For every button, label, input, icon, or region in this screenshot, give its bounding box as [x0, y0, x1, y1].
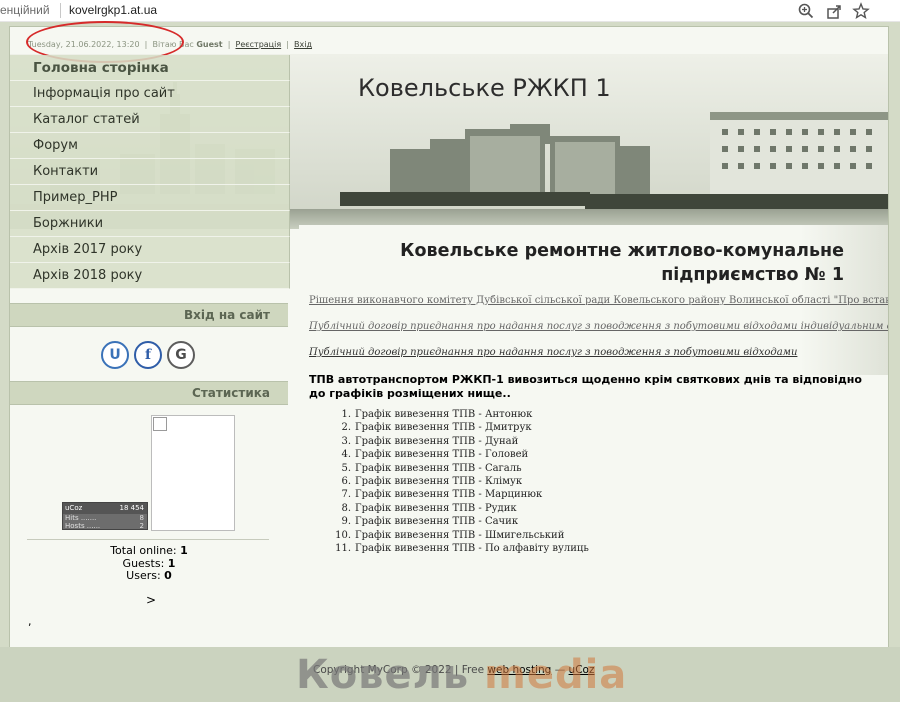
schedule-link[interactable]: Графік вивезення ТПВ - Клімук [355, 476, 522, 487]
ucoz-counter-brand: uCoz [65, 504, 83, 512]
username: Guest [196, 40, 223, 49]
hosts-label: Hosts ...... [65, 522, 101, 530]
users-value: 0 [164, 569, 172, 582]
facebook-login-icon[interactable]: f [134, 341, 162, 369]
list-item: 4. Графік вивезення ТПВ - Головей [341, 449, 529, 461]
nav-item-archive-2018[interactable]: Архів 2018 року [10, 263, 290, 289]
broken-image-placeholder [151, 415, 235, 531]
public-contract-individual-link[interactable]: Публічний договір приєднання про надання… [309, 321, 888, 332]
online-stats: Total online: 1 Guests: 1 Users: 0 [28, 544, 270, 583]
broken-image-icon [153, 417, 167, 431]
schedule-link[interactable]: Графік вивезення ТПВ - Дунай [355, 436, 518, 447]
total-online-label: Total online: [110, 544, 177, 557]
nav-item-debtors[interactable]: Боржники [10, 211, 290, 237]
hosts-value: 2 [139, 522, 144, 530]
share-icon[interactable] [825, 2, 843, 20]
schedule-link[interactable]: Графік вивезення ТПВ - Рудик [355, 503, 517, 514]
schedule-intro: ТПВ автотранспортом РЖКП-1 вивозиться що… [309, 373, 862, 400]
security-indicator[interactable]: енційний [0, 3, 50, 17]
browser-address-bar: енційний kovelrgkp1.at.ua [0, 0, 900, 22]
list-item: 5. Графік вивезення ТПВ - Сагаль [341, 462, 522, 474]
list-item: 3. Графік вивезення ТПВ - Дунай [341, 435, 519, 447]
ucoz-counter[interactable]: uCoz 18 454 Hits ....... 8 Hosts ...... 2 [62, 502, 148, 530]
schedule-link[interactable]: Графік вивезення ТПВ - Антонюк [355, 409, 532, 420]
sidebar-menu: Головна сторінка Інформація про сайт Кат… [10, 55, 290, 289]
schedule-link[interactable]: Графік вивезення ТПВ - По алфавіту вулиц… [355, 543, 589, 554]
list-item: 7. Графік вивезення ТПВ - Марцинюк [341, 489, 543, 501]
nav-item-forum[interactable]: Форум [10, 133, 290, 159]
login-block-header: Вхід на сайт [10, 303, 288, 327]
arrow-text: > [146, 593, 157, 607]
list-item: 6. Графік вивезення ТПВ - Клімук [341, 475, 523, 487]
page: Ковельське РЖКП 1 Tuesday, 21.06.2022, 1… [0, 21, 900, 702]
schedule-link[interactable]: Графік вивезення ТПВ - Дмитрук [355, 422, 532, 433]
users-label: Users: [126, 569, 161, 582]
register-link[interactable]: Реєстрація [236, 40, 282, 49]
footer: Copyright MyCorp © 2022 | Free web hosti… [0, 647, 900, 702]
nav-item-contacts[interactable]: Контакти [10, 159, 290, 185]
content-title-line1: Ковельське ремонтне житлово-комунальне [400, 241, 844, 261]
nav-item-about[interactable]: Інформація про сайт [10, 81, 290, 107]
council-decision-link[interactable]: Рішення виконавчого комітету Дубівської … [309, 295, 888, 306]
schedule-link[interactable]: Графік вивезення ТПВ - Марцинюк [355, 489, 542, 500]
url-field[interactable]: kovelrgkp1.at.ua [69, 3, 157, 17]
schedule-link[interactable]: Графік вивезення ТПВ - Шмигельський [355, 530, 564, 541]
stats-divider [27, 539, 269, 540]
list-item: 9. Графік вивезення ТПВ - Сачик [341, 516, 519, 528]
schedule-link[interactable]: Графік вивезення ТПВ - Головей [355, 449, 528, 460]
login-link[interactable]: Вхід [294, 40, 312, 49]
list-item: 11. Графік вивезення ТПВ - По алфавіту ву… [335, 542, 589, 554]
zoom-icon[interactable] [797, 2, 815, 20]
ucoz-login-icon[interactable]: U [101, 341, 129, 369]
separator: | [225, 40, 233, 49]
site-frame: Ковельське РЖКП 1 Tuesday, 21.06.2022, 1… [9, 21, 889, 648]
kovel-media-watermark: Ковель media [296, 652, 627, 698]
schedule-list: 1. Графік вивезення ТПВ - Антонюк 2. Графі… [329, 408, 589, 555]
main-content: Ковельське ремонтне житлово-комунальне п… [299, 225, 888, 645]
nav-item-home[interactable]: Головна сторінка [10, 55, 290, 81]
list-item: 10. Графік вивезення ТПВ - Шмигельський [335, 529, 565, 541]
watermark-kovel: Ковель [296, 652, 470, 698]
content-title: Ковельське ремонтне житлово-комунальне п… [400, 239, 844, 287]
content-title-line2: підприємство № 1 [661, 265, 844, 285]
ucoz-counter-total: 18 454 [119, 504, 145, 512]
list-item: 1. Графік вивезення ТПВ - Антонюк [341, 409, 533, 420]
hits-value: 8 [139, 514, 144, 522]
list-item: 2. Графік вивезення ТПВ - Дмитрук [341, 422, 532, 434]
total-online-value: 1 [180, 544, 188, 557]
list-item: 8. Графік вивезення ТПВ - Рудик [341, 502, 517, 514]
nav-item-archive-2017[interactable]: Архів 2017 року [10, 237, 290, 263]
guests-label: Guests: [122, 556, 165, 570]
guests-value: 1 [167, 556, 176, 570]
google-login-icon[interactable]: G [167, 341, 195, 369]
address-separator [60, 3, 61, 18]
nav-item-articles[interactable]: Каталог статей [10, 107, 290, 133]
stray-comma: , [28, 615, 32, 628]
schedule-link[interactable]: Графік вивезення ТПВ - Сагаль [355, 463, 522, 474]
nav-item-php-example[interactable]: Пример_PHP [10, 185, 290, 211]
schedule-link[interactable]: Графік вивезення ТПВ - Сачик [355, 516, 518, 527]
watermark-media: media [484, 652, 628, 698]
public-contract-link[interactable]: Публічний договір приєднання про надання… [309, 347, 797, 358]
site-title: Ковельське РЖКП 1 [358, 74, 611, 102]
separator: | [283, 40, 292, 49]
stats-block-header: Статистика [10, 381, 288, 405]
bookmark-star-icon[interactable] [852, 2, 870, 20]
hits-label: Hits ....... [65, 514, 97, 522]
